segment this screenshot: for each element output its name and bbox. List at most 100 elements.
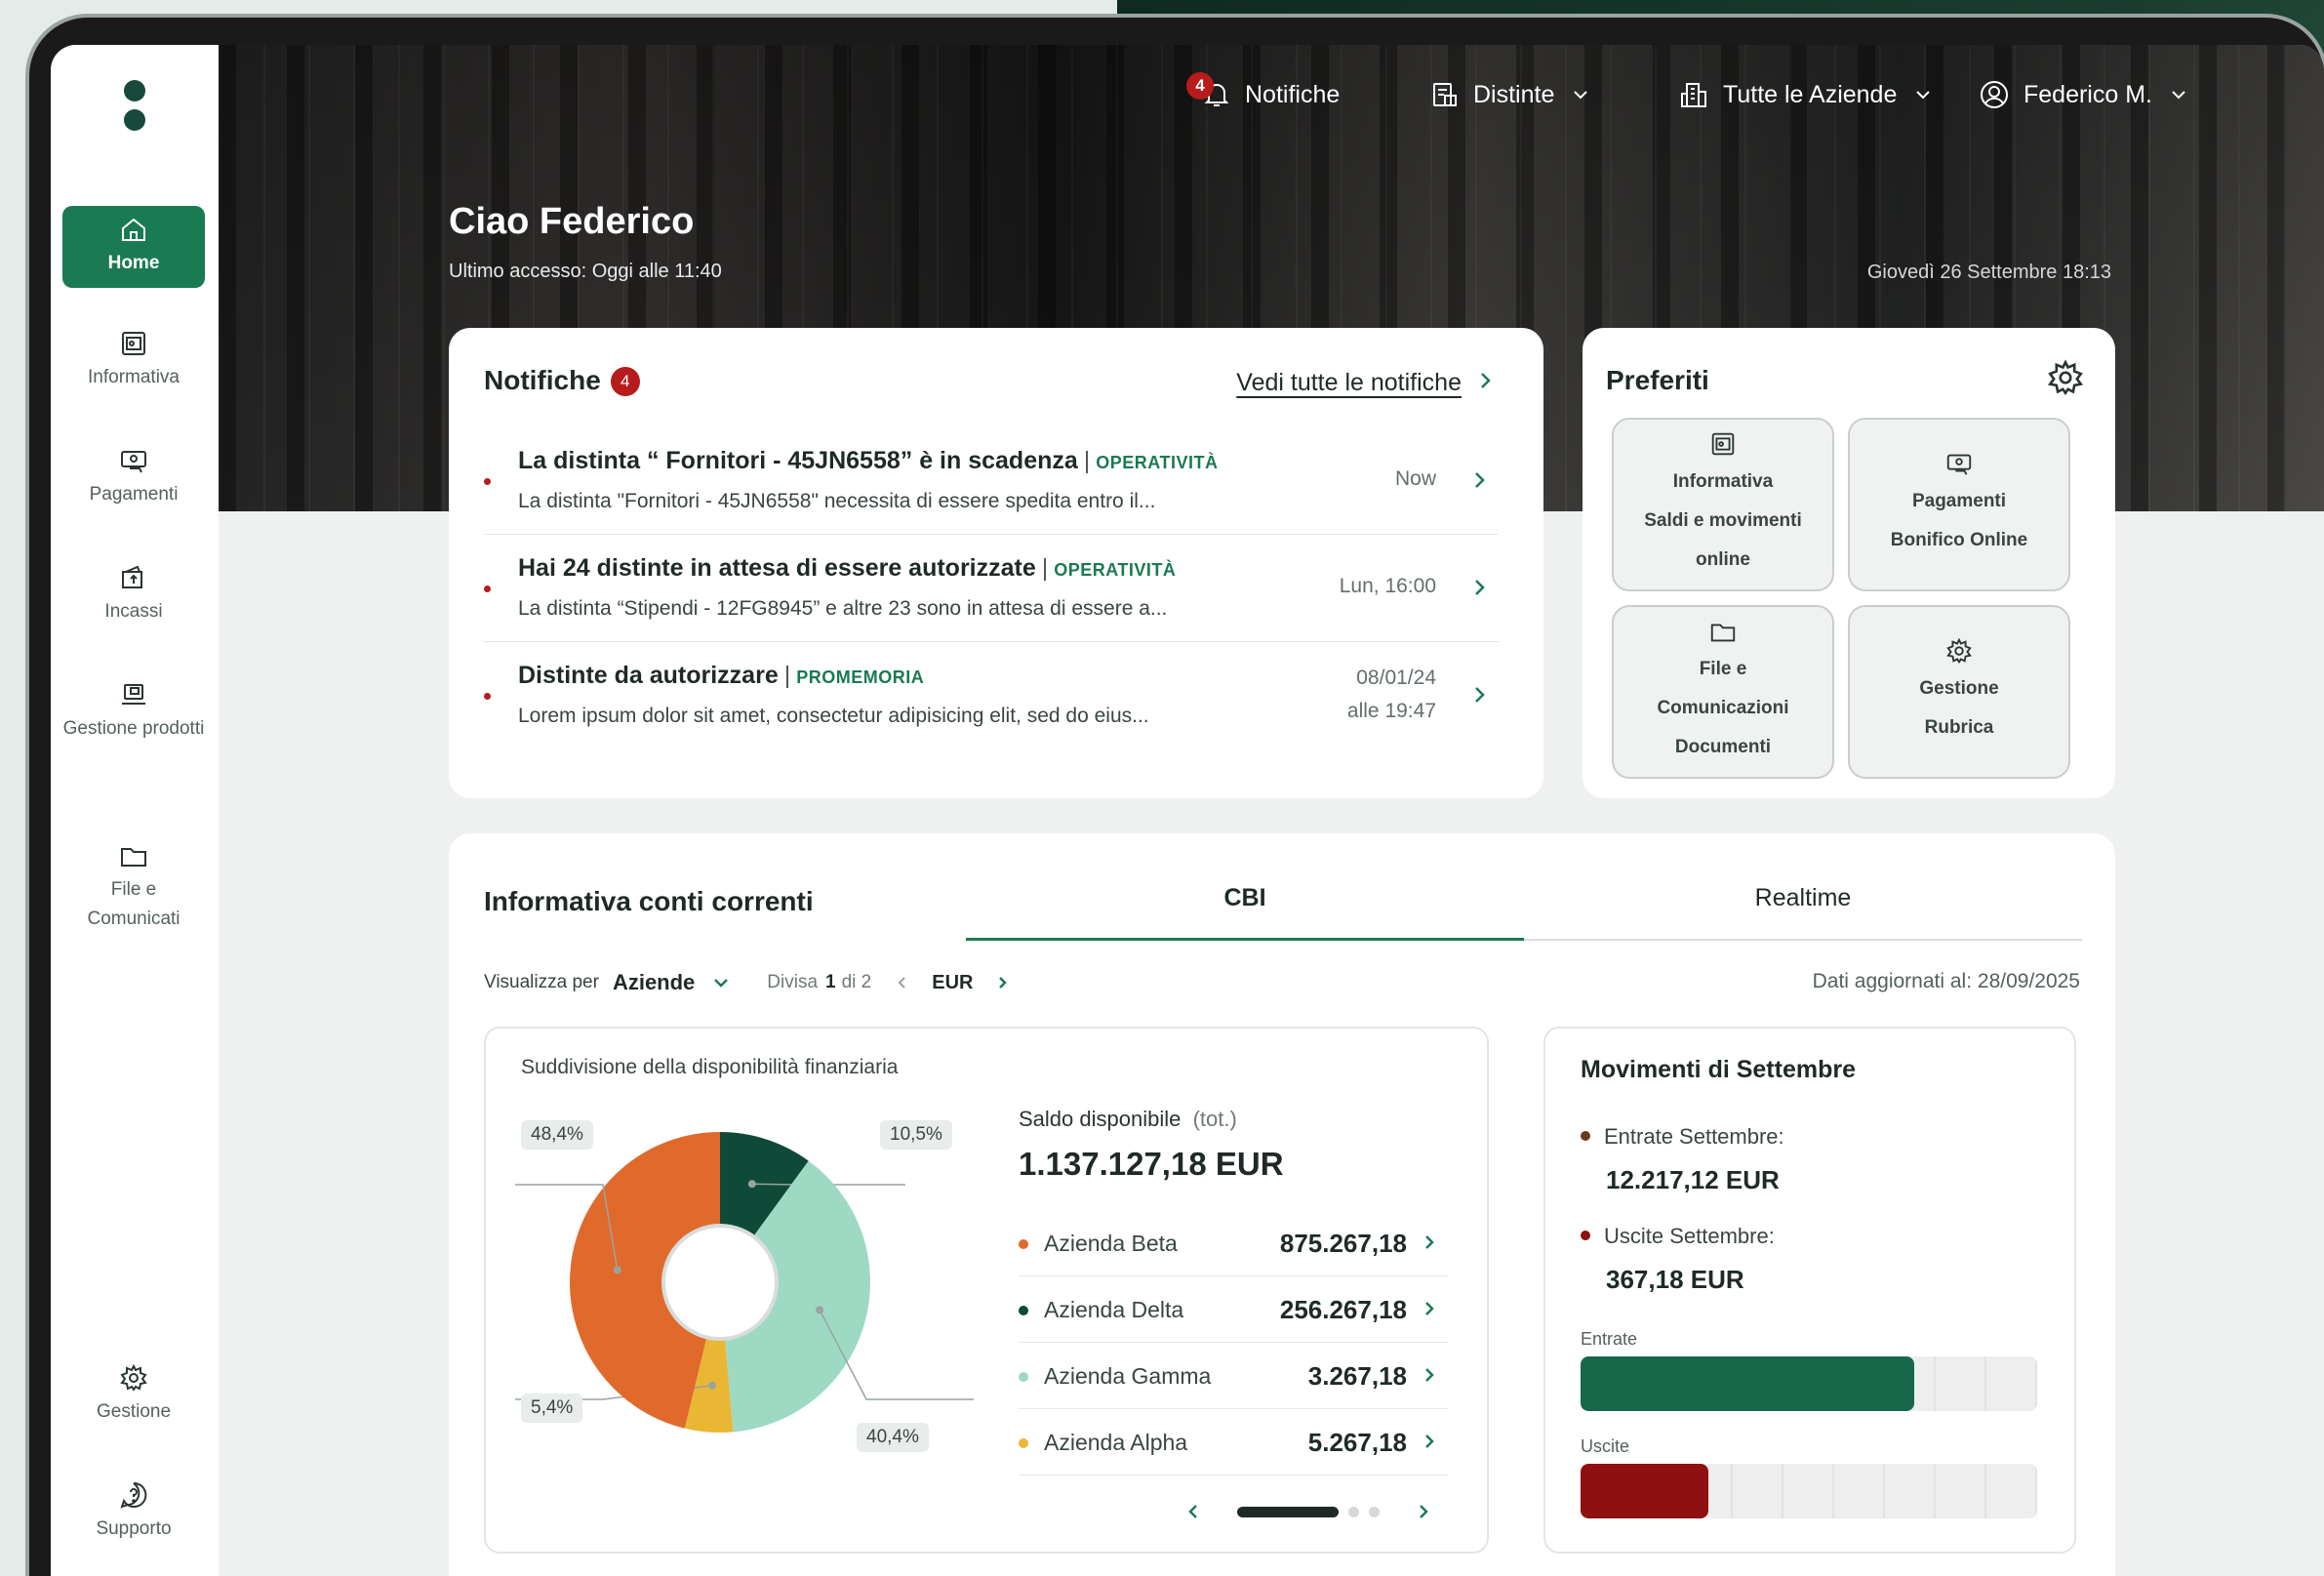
income-label: Entrate Settembre:	[1581, 1124, 1784, 1150]
carousel-pager	[1184, 1503, 1432, 1520]
aziende-menu[interactable]: Tutte le Aziende	[1678, 70, 1945, 119]
chevron-right-icon	[1475, 472, 1485, 488]
sidebar-item-supporto[interactable]: Supporto	[62, 1479, 205, 1544]
folder-icon	[1710, 624, 1736, 642]
view-by-select[interactable]: Aziende	[613, 970, 695, 995]
sidebar-item-gestione[interactable]: Gestione	[62, 1362, 205, 1427]
company-row[interactable]: Azienda Beta 875.267,18	[1019, 1210, 1448, 1276]
favorites-title: Preferiti	[1606, 365, 1709, 395]
expense-bar-label: Uscite	[1581, 1436, 1630, 1456]
favorite-tile-pagamenti[interactable]: Pagamenti Bonifico Online	[1848, 418, 2070, 591]
income-bar-label: Entrate	[1581, 1329, 1638, 1349]
income-bar	[1581, 1356, 2037, 1411]
slice-label: 5,4%	[521, 1394, 583, 1423]
chevron-right-icon	[1425, 1368, 1434, 1382]
pager-dot-active[interactable]	[1237, 1506, 1339, 1517]
notifications-count-badge: 4	[610, 367, 640, 396]
tab-realtime[interactable]: Realtime	[1524, 876, 2082, 941]
favorite-tile-informativa[interactable]: Informativa Saldi e movimenti online	[1612, 418, 1834, 591]
gear-icon[interactable]	[2045, 357, 2086, 398]
sidebar-item-pagamenti[interactable]: Pagamenti	[62, 445, 205, 509]
home-icon	[122, 218, 145, 241]
notification-item[interactable]: La distinta “ Fornitori - 45JN6558” è in…	[484, 429, 1499, 535]
tab-cbi[interactable]: CBI	[966, 876, 1524, 941]
favorite-tile-gestione[interactable]: Gestione Rubrica	[1848, 605, 2070, 779]
chart-subtitle: Suddivisione della disponibilità finanzi…	[521, 1056, 899, 1078]
notifications-card-header: Notifiche 4	[484, 365, 640, 396]
sidebar-item-gestione-prodotti[interactable]: Gestione prodotti	[62, 679, 205, 744]
chevron-right-icon	[1425, 1435, 1434, 1448]
document-list-icon	[1433, 83, 1457, 106]
safe-icon	[1711, 432, 1735, 456]
laptop-icon	[122, 684, 145, 705]
sidebar-item-incassi[interactable]: Incassi	[62, 562, 205, 626]
chevron-right-icon	[1425, 1302, 1434, 1315]
expense-value: 367,18 EUR	[1606, 1265, 1744, 1294]
current-datetime: Giovedì 26 Settembre 18:13	[1866, 262, 2111, 283]
user-menu[interactable]: Federico M.	[1979, 70, 2201, 119]
data-updated-text: Dati aggiornati al: 28/09/2025	[1812, 970, 2080, 992]
greeting: Ciao Federico Ultimo accesso: Oggi alle …	[449, 201, 722, 283]
greeting-title: Ciao Federico	[449, 201, 695, 242]
unread-dot	[484, 478, 491, 485]
chevron-right-icon	[1475, 687, 1485, 703]
availability-panel: Suddivisione della disponibilità finanzi…	[484, 1027, 1489, 1554]
building-icon	[1681, 83, 1706, 107]
notification-time: Lun, 16:00	[1339, 575, 1436, 597]
chevron-left-icon[interactable]	[895, 975, 910, 990]
filters-bar: Visualizza per Aziende Divisa 1 di 2 EUR	[484, 970, 1010, 995]
app-screen: Home Informativa Pagamenti Incassi Gesti…	[51, 45, 2324, 1576]
chevron-right-icon[interactable]	[1475, 371, 1495, 390]
gear-icon	[120, 1363, 147, 1392]
folder-icon	[121, 848, 146, 867]
notification-tag: OPERATIVITÀ	[1096, 453, 1219, 472]
pager-dot[interactable]	[1369, 1506, 1380, 1517]
expense-label: Uscite Settembre:	[1581, 1224, 1775, 1249]
payment-icon	[121, 451, 146, 473]
legend-dot	[1019, 1239, 1028, 1249]
help-icon	[120, 1481, 147, 1509]
accounts-info-card: Informativa conti correnti CBI Realtime …	[449, 833, 2115, 1576]
chevron-right-icon[interactable]	[994, 975, 1010, 990]
notification-item[interactable]: Hai 24 distinte in attesa di essere auto…	[484, 537, 1499, 642]
sidebar-item-informativa[interactable]: Informativa	[62, 328, 205, 392]
legend-dot	[1019, 1438, 1028, 1448]
pager-dot[interactable]	[1348, 1506, 1359, 1517]
chevron-right-icon	[1475, 580, 1485, 595]
notification-time: 08/01/24 alle 19:47	[1346, 667, 1436, 722]
slice-label: 48,4%	[521, 1120, 593, 1150]
company-row[interactable]: Azienda Alpha 5.267,18	[1019, 1409, 1448, 1475]
income-bar-fill	[1581, 1356, 1914, 1411]
sidebar-item-file-comunicati[interactable]: File e Comunicati	[62, 840, 205, 934]
notifications-menu[interactable]: 4 Notifiche	[1186, 70, 1340, 119]
distinte-menu[interactable]: Distinte	[1430, 70, 1603, 119]
company-row[interactable]: Azienda Gamma 3.267,18	[1019, 1343, 1448, 1409]
chevron-left-icon[interactable]	[1184, 1503, 1202, 1520]
wallet-icon	[122, 565, 142, 588]
legend-dot	[1019, 1372, 1028, 1382]
user-avatar-icon	[1981, 81, 2008, 108]
favorite-tile-file[interactable]: File e Comunicazioni Documenti	[1612, 605, 1834, 779]
sidebar: Home Informativa Pagamenti Incassi Gesti…	[51, 45, 219, 1576]
balance-value: 1.137.127,18 EUR	[1019, 1146, 1284, 1182]
slice-label: 10,5%	[880, 1120, 952, 1150]
movements-title: Movimenti di Settembre	[1581, 1056, 1856, 1083]
notification-tag: PROMEMORIA	[796, 667, 925, 687]
donut-hole	[661, 1224, 779, 1341]
chevron-down-icon[interactable]	[712, 974, 730, 991]
last-access-text: Ultimo accesso: Oggi alle 11:40	[449, 261, 722, 282]
favorites-card: Preferiti Informativa Saldi e movimenti …	[1583, 328, 2115, 798]
safe-icon	[122, 332, 145, 355]
slice-label: 40,4%	[857, 1423, 929, 1452]
chevron-right-icon[interactable]	[1415, 1503, 1432, 1520]
movements-panel: Movimenti di Settembre Entrate Settembre…	[1543, 1027, 2076, 1554]
unread-dot	[484, 693, 491, 700]
chevron-right-icon	[1425, 1235, 1434, 1249]
notification-item[interactable]: Distinte da autorizzare | PROMEMORIA Lorem…	[484, 644, 1499, 749]
see-all-notifications-link[interactable]: Vedi tutte le notifiche	[1236, 369, 1462, 397]
income-value: 12.217,12 EUR	[1606, 1165, 1780, 1194]
chevron-down-icon	[1574, 91, 1588, 100]
balance-label: Saldo disponibile (tot.)	[1019, 1107, 1237, 1131]
sidebar-item-home[interactable]: Home	[62, 206, 205, 288]
company-row[interactable]: Azienda Delta 256.267,18	[1019, 1276, 1448, 1343]
